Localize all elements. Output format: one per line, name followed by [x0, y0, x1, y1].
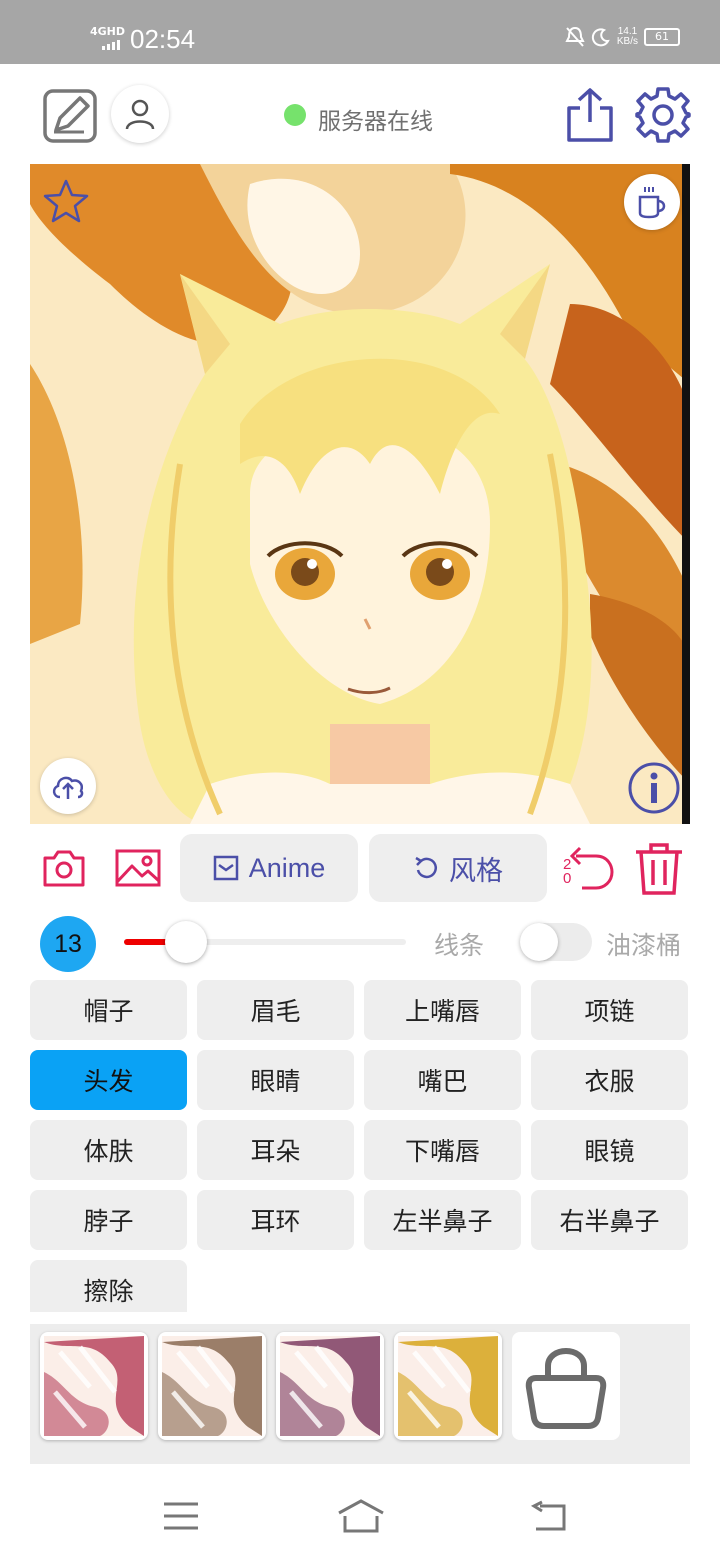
menu-icon[interactable]: [162, 1500, 200, 1532]
part-button[interactable]: 上嘴唇: [364, 980, 521, 1040]
part-button[interactable]: 眼睛: [197, 1050, 354, 1110]
part-button[interactable]: 项链: [531, 980, 688, 1040]
model-anime-button[interactable]: Anime: [180, 834, 358, 902]
line-label: 线条: [434, 931, 485, 960]
part-button[interactable]: 擦除: [30, 1260, 187, 1312]
model-label: Anime: [248, 852, 326, 883]
paint-bucket-label: 油漆桶: [606, 931, 682, 960]
sketch-mode-icon[interactable]: [42, 88, 98, 144]
part-button[interactable]: 耳朵: [197, 1120, 354, 1180]
moon-icon: [591, 28, 610, 47]
paint-bucket-toggle[interactable]: [520, 923, 592, 961]
clock: 02:54: [130, 24, 196, 54]
plum-texture-thumb[interactable]: [276, 1332, 384, 1440]
style-label: 风格: [449, 855, 503, 886]
network-speed: 14.1 KB/s: [617, 27, 638, 47]
gallery-icon[interactable]: [114, 848, 162, 888]
checkbox-icon: [213, 855, 238, 881]
favorite-star-icon[interactable]: [42, 178, 90, 224]
user-icon: [125, 99, 155, 130]
refresh-icon: [415, 856, 437, 879]
part-button[interactable]: 眉毛: [197, 980, 354, 1040]
brown-texture-thumb[interactable]: [158, 1332, 266, 1440]
part-button[interactable]: 左半鼻子: [364, 1190, 521, 1250]
undo-count-bottom: 0: [563, 870, 572, 887]
shopping-bag-icon: [525, 1348, 607, 1429]
part-button[interactable]: 眼镜: [531, 1120, 688, 1180]
trash-icon[interactable]: [634, 842, 684, 896]
home-icon[interactable]: [336, 1498, 386, 1534]
network-type: 4GHD: [90, 25, 126, 38]
tool-row: Anime 风格 2 0: [0, 832, 720, 908]
settings-gear-icon[interactable]: [634, 86, 692, 144]
server-status-dot: [284, 104, 306, 126]
upload-button[interactable]: [40, 758, 96, 814]
coffee-cup-icon: [638, 187, 666, 219]
part-button[interactable]: 耳环: [197, 1190, 354, 1250]
part-button[interactable]: 嘴巴: [364, 1050, 521, 1110]
back-icon[interactable]: [530, 1500, 568, 1532]
pink-texture-thumb[interactable]: [40, 1332, 148, 1440]
part-button[interactable]: 下嘴唇: [364, 1120, 521, 1180]
battery-indicator: 61: [644, 28, 680, 46]
brush-size-badge: 13: [40, 916, 96, 972]
share-icon[interactable]: [564, 86, 616, 144]
cloud-upload-icon: [52, 776, 84, 799]
server-status-text: 服务器在线: [318, 109, 433, 135]
top-bar: 服务器在线: [0, 64, 720, 164]
status-bar: 4GHD 02:54 14.1 KB/s 61: [0, 0, 720, 64]
part-button[interactable]: 脖子: [30, 1190, 187, 1250]
gold-texture-thumb[interactable]: [394, 1332, 502, 1440]
part-button[interactable]: 右半鼻子: [531, 1190, 688, 1250]
result-canvas[interactable]: [30, 164, 690, 824]
toggle-knob: [520, 923, 558, 961]
user-button[interactable]: [111, 85, 169, 143]
info-icon[interactable]: [627, 761, 681, 815]
part-selector-grid: 帽子 眉毛 上嘴唇 项链头发 眼睛 嘴巴 衣服体肤 耳朵 下嘴唇 眼镜脖子 耳环 左半鼻子 右半鼻子擦除: [30, 980, 690, 1312]
brush-controls: 13 线条 油漆桶: [0, 912, 720, 972]
shop-bag-button[interactable]: [512, 1332, 620, 1440]
part-button[interactable]: 头发: [30, 1050, 187, 1110]
speed-unit: KB/s: [616, 36, 638, 47]
part-button[interactable]: 衣服: [531, 1050, 688, 1110]
part-button[interactable]: 体肤: [30, 1120, 187, 1180]
style-button[interactable]: 风格: [369, 834, 547, 902]
signal-icon: [102, 40, 120, 50]
undo-counter: 2 0: [563, 857, 572, 887]
part-button[interactable]: 帽子: [30, 980, 187, 1040]
system-nav-bar: [0, 1470, 720, 1560]
coffee-button[interactable]: [624, 174, 680, 230]
mute-bell-icon: [565, 26, 585, 47]
texture-tray: [30, 1324, 690, 1464]
camera-icon[interactable]: [42, 848, 86, 888]
anime-portrait-image: [30, 164, 690, 824]
slider-knob[interactable]: [165, 921, 208, 963]
